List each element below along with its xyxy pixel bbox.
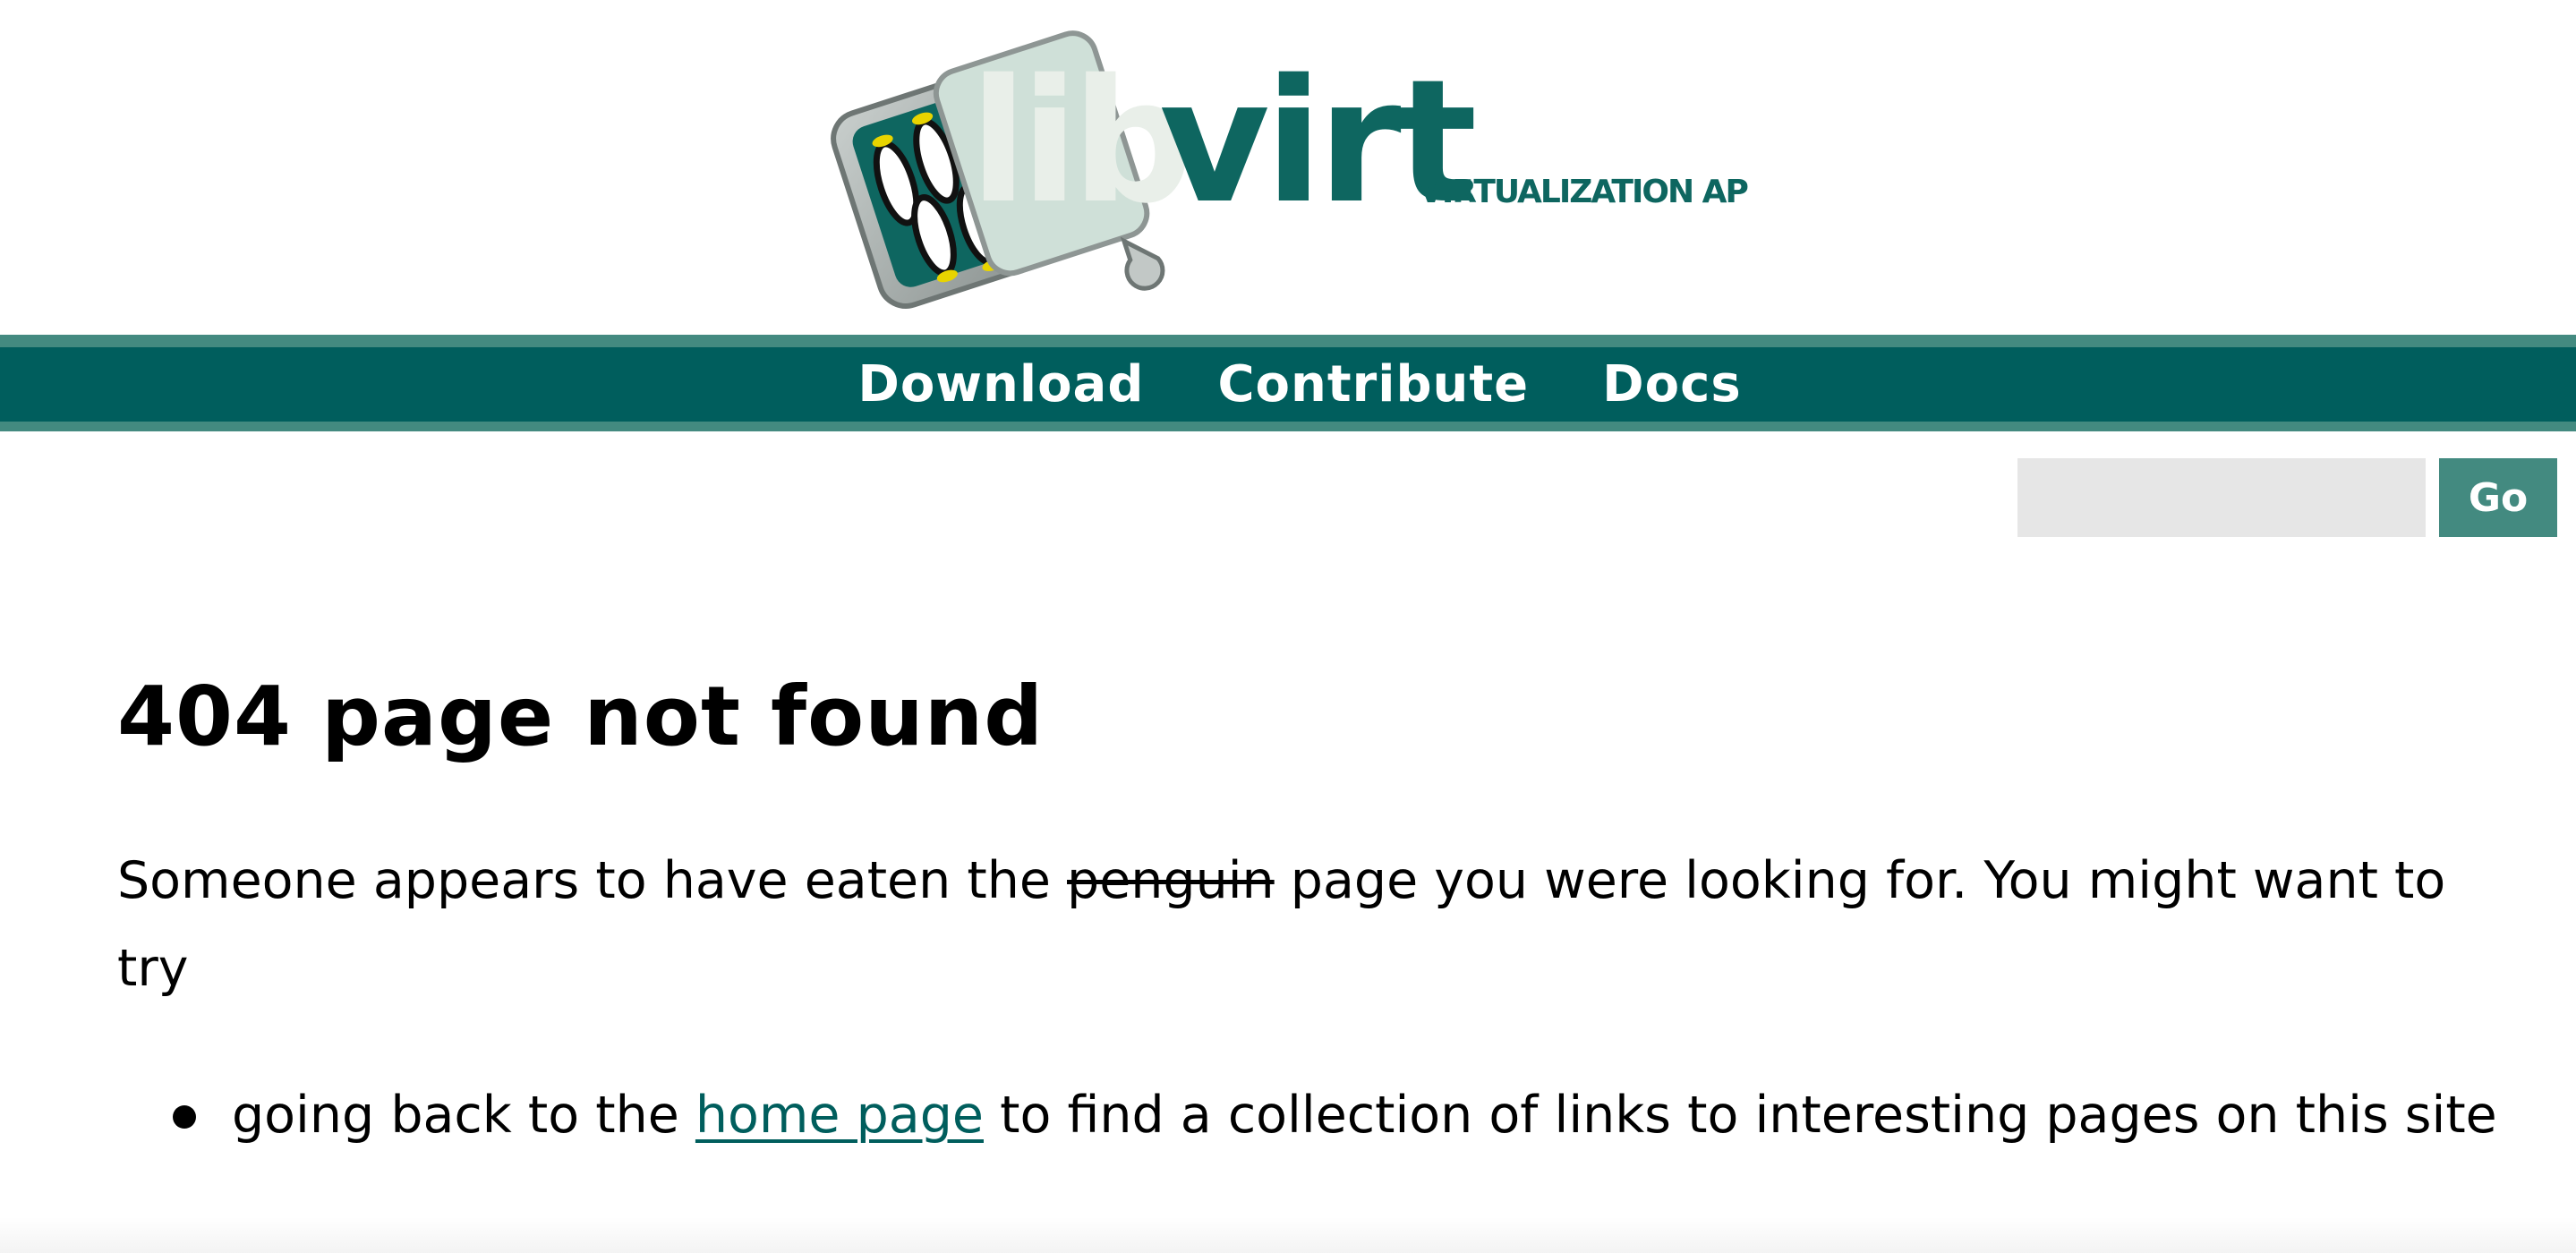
page-title: 404 page not found bbox=[117, 669, 1045, 764]
home-page-link[interactable]: home page bbox=[695, 1086, 984, 1145]
nav-download-link[interactable]: Download bbox=[857, 355, 1144, 413]
intro-paragraph: Someone appears to have eaten the pengui… bbox=[117, 837, 2471, 1012]
search-go-button[interactable]: Go bbox=[2439, 458, 2557, 537]
bottom-fade bbox=[0, 1217, 2576, 1253]
site-header: lib virt VIRTUALIZATION API bbox=[0, 0, 2576, 335]
suggestion-list: going back to the home page to find a co… bbox=[117, 1071, 2576, 1159]
list-item-text-after: to find a collection of links to interes… bbox=[983, 1086, 2497, 1145]
struck-word: penguin bbox=[1067, 851, 1275, 910]
list-item-text-before: going back to the bbox=[232, 1086, 695, 1145]
main-nav: Download Contribute Docs bbox=[0, 335, 2576, 431]
bullet-icon bbox=[173, 1105, 196, 1129]
nav-contribute-link[interactable]: Contribute bbox=[1217, 355, 1529, 413]
logo-wordmark-lib: lib bbox=[969, 43, 1186, 241]
nav-docs-link[interactable]: Docs bbox=[1602, 355, 1741, 413]
search-input[interactable] bbox=[2017, 458, 2426, 537]
intro-text-before: Someone appears to have eaten the bbox=[117, 851, 1068, 910]
logo-tagline: VIRTUALIZATION API bbox=[1419, 174, 1750, 210]
libvirt-logo[interactable]: lib virt VIRTUALIZATION API bbox=[828, 13, 1750, 326]
logo-wordmark-virt: virt bbox=[1159, 43, 1474, 241]
list-item: going back to the home page to find a co… bbox=[173, 1071, 2576, 1159]
